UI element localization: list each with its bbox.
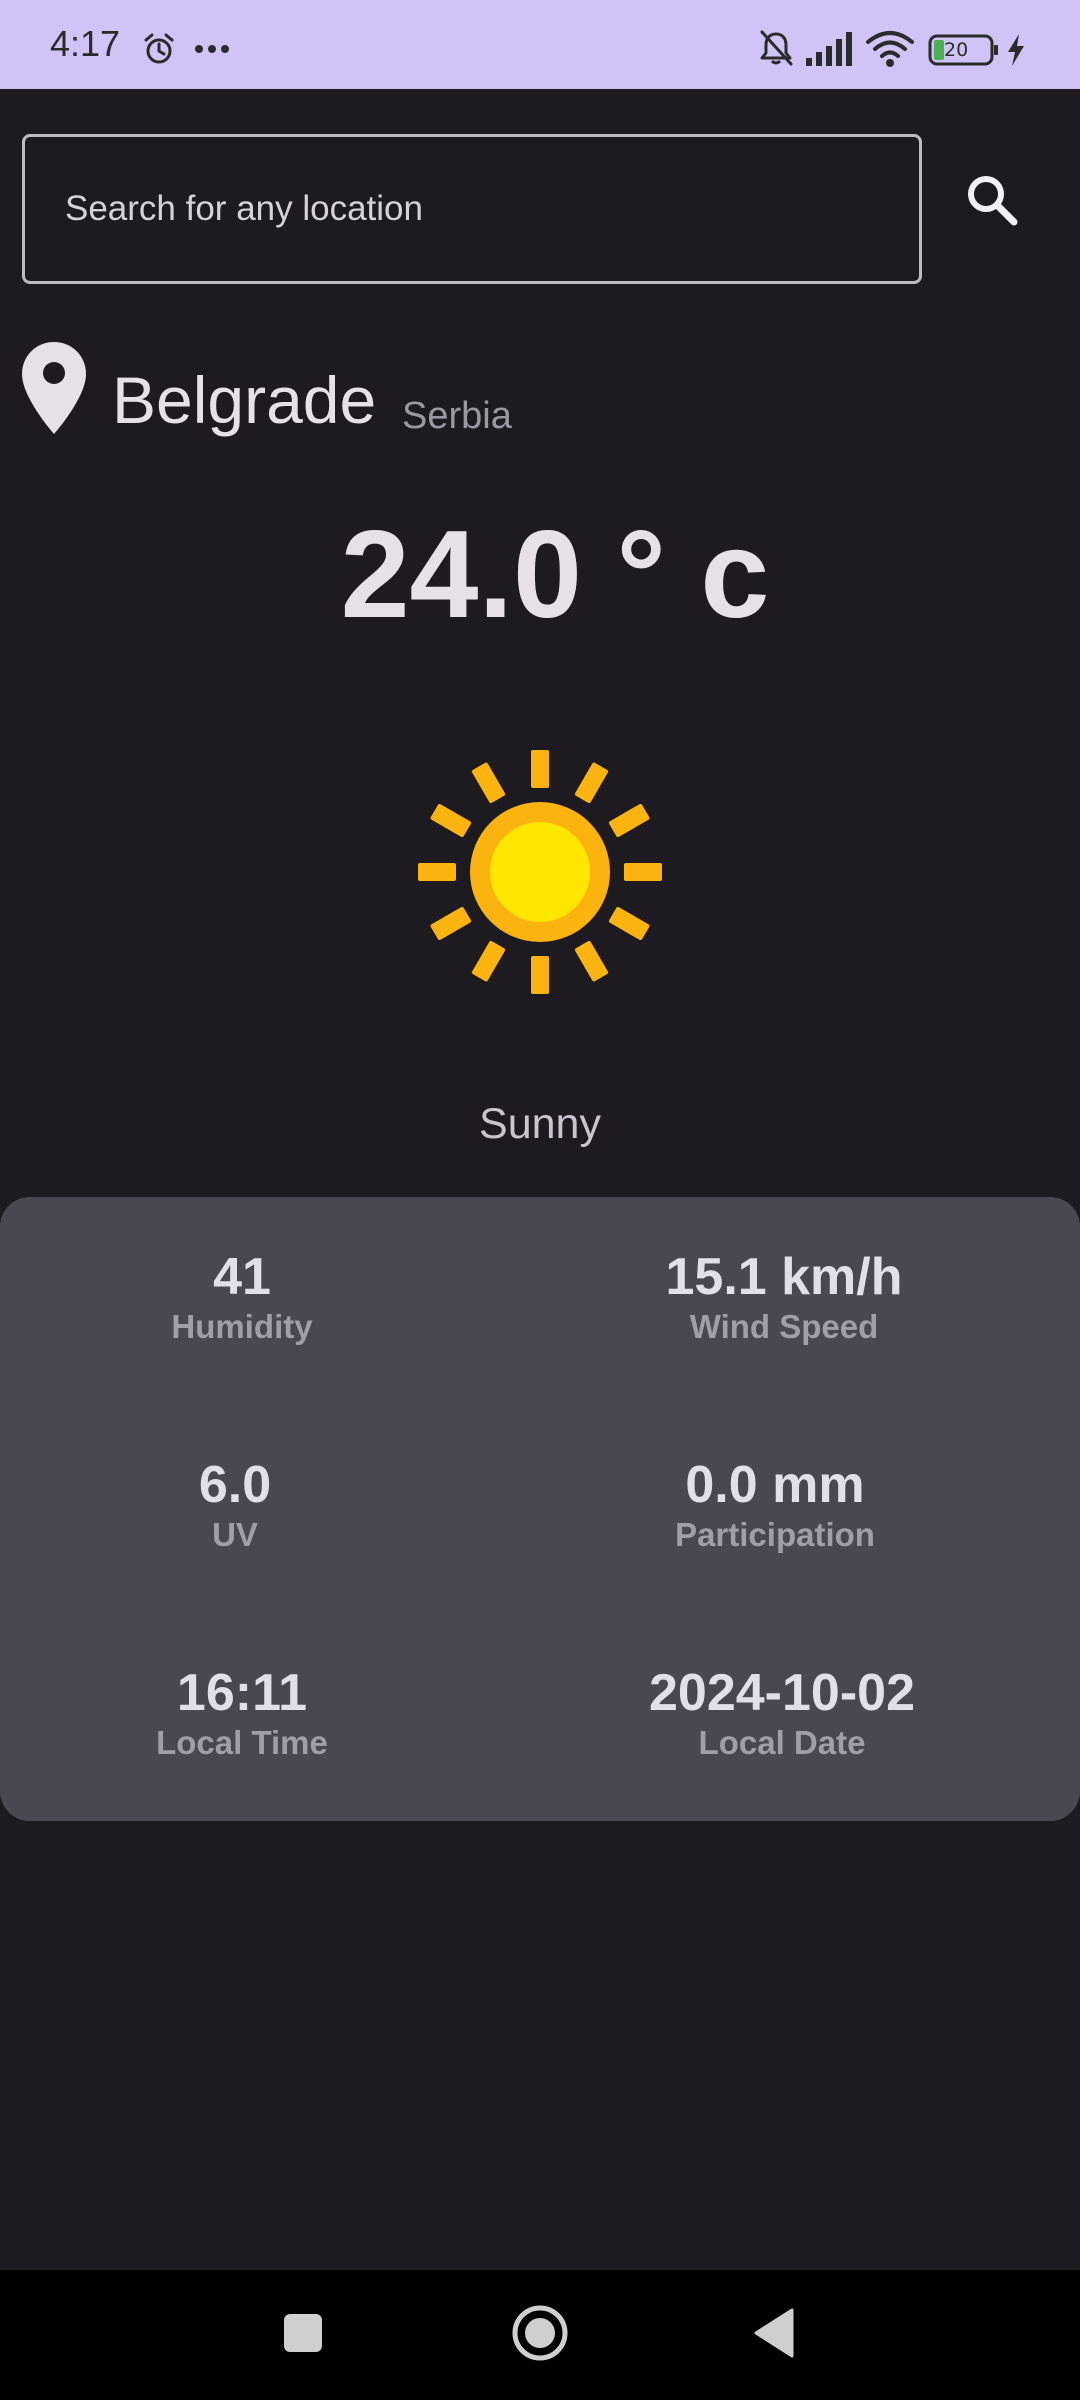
battery-level: 20 xyxy=(944,39,969,61)
detail-value: 15.1 km/h xyxy=(665,1248,903,1306)
alarm-icon xyxy=(144,33,174,64)
home-circle-icon[interactable] xyxy=(510,2303,570,2363)
status-bar: 4:17 20 xyxy=(0,0,1080,89)
detail-label: Local Date xyxy=(698,1724,866,1761)
more-dots-icon xyxy=(195,45,229,53)
detail-label: Local Time xyxy=(156,1724,328,1761)
detail-participation: 0.0 mm Participation xyxy=(505,1455,1045,1555)
search-icon xyxy=(968,176,1018,226)
detail-humidity: 41 Humidity xyxy=(0,1247,512,1347)
detail-label: Participation xyxy=(675,1516,875,1553)
detail-value: 2024-10-02 xyxy=(649,1664,915,1722)
sun-icon xyxy=(418,750,662,994)
country-name: Serbia xyxy=(402,395,512,437)
detail-local-date: 2024-10-02 Local Date xyxy=(512,1663,1052,1763)
search-button[interactable] xyxy=(950,158,1034,242)
detail-value: 41 xyxy=(213,1248,271,1306)
weather-app: 4:17 20 Search for any location Belgrade… xyxy=(0,0,1080,2400)
wifi-icon xyxy=(866,31,914,67)
details-card: 41 Humidity 15.1 km/h Wind Speed 6.0 UV … xyxy=(0,1197,1080,1821)
charging-icon xyxy=(1008,34,1024,66)
detail-label: Humidity xyxy=(171,1308,313,1345)
detail-label: Wind Speed xyxy=(689,1308,879,1345)
detail-local-time: 16:11 Local Time xyxy=(0,1663,512,1763)
detail-value: 0.0 mm xyxy=(685,1456,865,1514)
recents-square-icon[interactable] xyxy=(282,2312,324,2354)
navigation-bar xyxy=(0,2270,1080,2400)
temperature: 24.0 ° c xyxy=(340,506,770,644)
location-pin-icon xyxy=(22,342,86,434)
detail-wind-speed: 15.1 km/h Wind Speed xyxy=(514,1247,1054,1347)
status-time: 4:17 xyxy=(50,23,121,64)
detail-uv: 6.0 UV xyxy=(0,1455,505,1555)
search-input[interactable] xyxy=(65,137,885,281)
detail-label: UV xyxy=(212,1516,258,1553)
city-name: Belgrade xyxy=(112,363,377,437)
back-triangle-icon[interactable] xyxy=(752,2308,796,2358)
signal-icon xyxy=(806,32,852,66)
detail-value: 6.0 xyxy=(198,1456,272,1514)
search-field[interactable] xyxy=(22,134,922,284)
mute-bell-icon xyxy=(760,30,793,66)
condition-text: Sunny xyxy=(479,1100,601,1148)
detail-value: 16:11 xyxy=(176,1664,308,1722)
